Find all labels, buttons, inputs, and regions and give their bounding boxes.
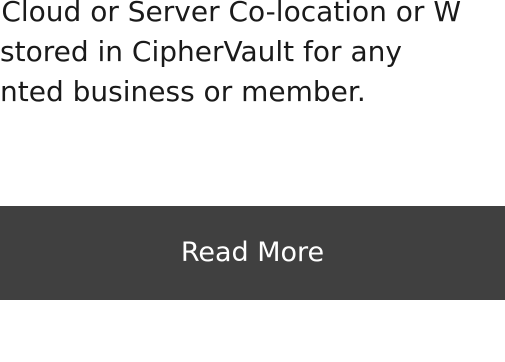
read-more-button[interactable]: Read More	[0, 206, 505, 300]
description-line: stored in CipherVault for any	[0, 35, 402, 68]
page: / Cloud or Server Co-location or W store…	[0, 0, 505, 362]
description-line: nted business or member.	[0, 75, 366, 108]
service-description: / Cloud or Server Co-location or W store…	[0, 0, 505, 112]
description-line: / Cloud or Server Co-location or W	[0, 0, 462, 28]
